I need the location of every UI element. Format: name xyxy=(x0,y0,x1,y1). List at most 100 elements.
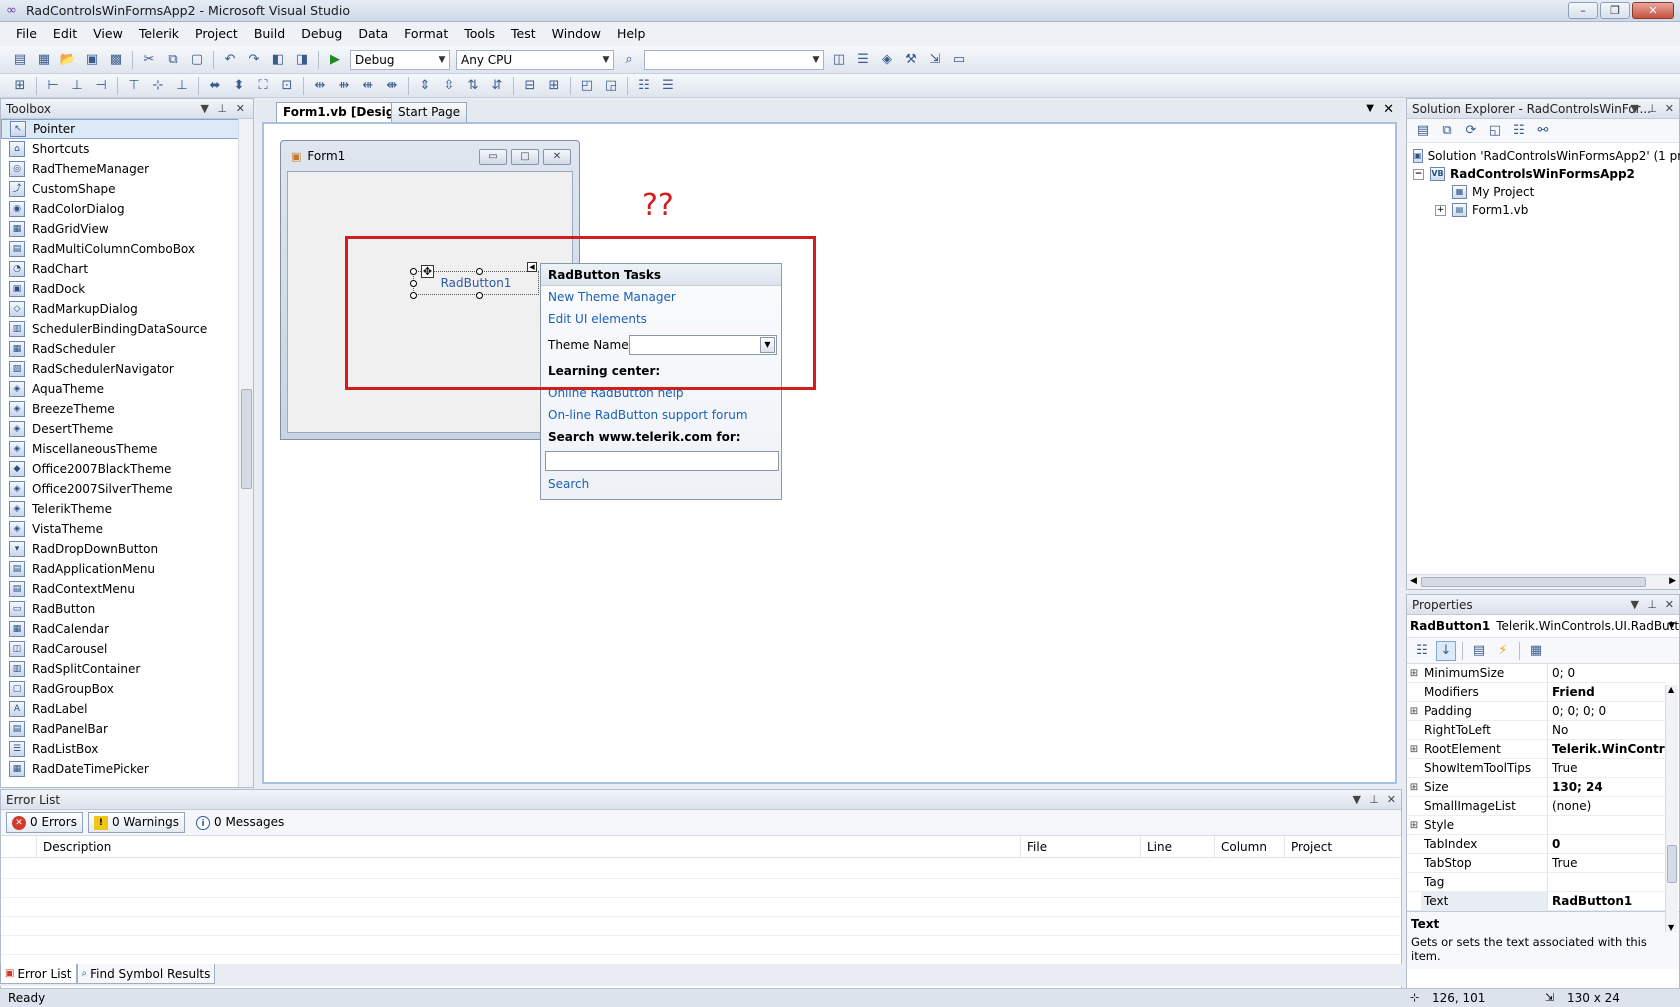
find-combo[interactable]: ▼ xyxy=(644,49,824,70)
navigate-forward-icon[interactable]: ◨ xyxy=(292,50,312,70)
toolbox-item[interactable]: ▭ RadButton xyxy=(1,599,239,619)
property-value[interactable]: True xyxy=(1548,854,1665,872)
toolbox-item[interactable]: ◈ TelerikTheme xyxy=(1,499,239,519)
expand-icon[interactable] xyxy=(1407,854,1421,872)
menu-telerik[interactable]: Telerik xyxy=(131,24,187,44)
tab-start-page[interactable]: Start Page xyxy=(391,102,468,122)
column-line[interactable]: Line xyxy=(1141,836,1215,857)
column-column[interactable]: Column xyxy=(1215,836,1285,857)
tab-list-icon[interactable]: ▼ xyxy=(1366,103,1374,114)
class-diagram-icon[interactable]: ⚯ xyxy=(1533,121,1553,141)
menu-edit[interactable]: Edit xyxy=(45,24,85,44)
toolbox-item[interactable]: ▤ RadMultiColumnComboBox xyxy=(1,239,239,259)
messages-filter-button[interactable]: i 0 Messages xyxy=(190,812,290,833)
show-all-files-icon[interactable]: ⧉ xyxy=(1437,121,1457,141)
close-icon[interactable]: ✕ xyxy=(1665,595,1674,615)
menu-help[interactable]: Help xyxy=(609,24,654,44)
property-value[interactable]: Friend xyxy=(1548,683,1665,701)
bring-to-front-icon[interactable]: ◰ xyxy=(577,76,597,96)
align-grid-icon[interactable]: ⊞ xyxy=(10,76,30,96)
column-file[interactable]: File xyxy=(1021,836,1141,857)
tree-form1[interactable]: + ▤ Form1.vb xyxy=(1413,201,1679,219)
toolbox-item[interactable]: ▦ RadCalendar xyxy=(1,619,239,639)
properties-view-icon[interactable]: ▤ xyxy=(1469,641,1489,661)
toolbox-item[interactable]: ▧ RadSchedulerNavigator xyxy=(1,359,239,379)
menu-test[interactable]: Test xyxy=(503,24,544,44)
close-icon[interactable]: ✕ xyxy=(1665,99,1674,119)
minimize-button[interactable]: – xyxy=(1568,2,1598,19)
property-row[interactable]: SmallImageList (none) xyxy=(1407,797,1665,816)
align-bottoms-icon[interactable]: ⊥ xyxy=(172,76,192,96)
close-icon[interactable]: ✕ xyxy=(236,99,245,119)
property-row[interactable]: ⊞ Style xyxy=(1407,816,1665,835)
property-row[interactable]: Tag xyxy=(1407,873,1665,892)
horizontal-spacing-equal-icon[interactable]: ⇹ xyxy=(310,76,330,96)
toolbox-item[interactable]: ◈ VistaTheme xyxy=(1,519,239,539)
property-value[interactable]: Telerik.WinControls.R xyxy=(1548,740,1665,758)
property-value[interactable]: 0; 0; 0; 0 xyxy=(1548,702,1665,720)
errors-filter-button[interactable]: ✕ 0 Errors xyxy=(6,812,83,833)
save-all-icon[interactable]: ▩ xyxy=(106,50,126,70)
expand-icon[interactable] xyxy=(1407,873,1421,891)
search-input[interactable] xyxy=(545,451,779,471)
property-row[interactable]: ⊞ MinimumSize 0; 0 xyxy=(1407,664,1665,683)
toolbox-item[interactable]: ◆ Office2007BlackTheme xyxy=(1,459,239,479)
property-grid-scrollbar[interactable]: ▲ ▼ xyxy=(1665,685,1678,932)
restore-button[interactable]: ❐ xyxy=(1600,2,1630,19)
toolbox-item[interactable]: ▾ RadDropDownButton xyxy=(1,539,239,559)
toolbox-item[interactable]: ◈ DesertTheme xyxy=(1,419,239,439)
property-value[interactable]: No xyxy=(1548,721,1665,739)
platform-select[interactable]: Any CPU ▼ xyxy=(456,49,614,70)
find-in-files-icon[interactable]: ⌕ xyxy=(619,50,639,70)
vertical-spacing-increase-icon[interactable]: ⇳ xyxy=(439,76,459,96)
tab-error-list[interactable]: ▣ Error List xyxy=(0,964,77,984)
scroll-up-icon[interactable]: ▲ xyxy=(1668,685,1674,694)
view-designer-icon[interactable]: ☷ xyxy=(1509,121,1529,141)
categorized-icon[interactable]: ☷ xyxy=(1412,641,1432,661)
menu-data[interactable]: Data xyxy=(350,24,396,44)
make-same-height-icon[interactable]: ⬍ xyxy=(229,76,249,96)
expand-icon[interactable] xyxy=(1407,892,1421,910)
property-value[interactable]: 0 xyxy=(1548,835,1665,853)
align-rights-icon[interactable]: ⊣ xyxy=(91,76,111,96)
navigate-back-icon[interactable]: ◧ xyxy=(268,50,288,70)
close-document-icon[interactable]: ✕ xyxy=(1383,102,1394,117)
column-project[interactable]: Project xyxy=(1285,836,1401,857)
property-value[interactable] xyxy=(1548,816,1665,834)
toolbox-item[interactable]: ▤ RadApplicationMenu xyxy=(1,559,239,579)
toolbox-item[interactable]: ▦ RadDateTimePicker xyxy=(1,759,239,779)
alphabetical-icon[interactable]: ↓ xyxy=(1436,640,1456,661)
lock-controls-icon[interactable]: ☰ xyxy=(658,76,678,96)
toolbox-item[interactable]: ◉ RadColorDialog xyxy=(1,199,239,219)
panel-menu-icon[interactable]: ▼ xyxy=(1631,595,1639,615)
menu-window[interactable]: Window xyxy=(544,24,609,44)
close-icon[interactable]: ✕ xyxy=(1387,790,1396,810)
make-same-size-icon[interactable]: ⛶ xyxy=(253,76,273,96)
toolbox-item[interactable]: ▣ RadDock xyxy=(1,279,239,299)
tab-order-icon[interactable]: ☷ xyxy=(634,76,654,96)
property-row[interactable]: ShowItemToolTips True xyxy=(1407,759,1665,778)
tree-solution[interactable]: ▣ Solution 'RadControlsWinFormsApp2' (1 p… xyxy=(1413,147,1680,165)
align-middles-icon[interactable]: ⊹ xyxy=(148,76,168,96)
scroll-down-icon[interactable]: ▼ xyxy=(1668,923,1674,932)
property-row[interactable]: TabStop True xyxy=(1407,854,1665,873)
property-value[interactable]: (none) xyxy=(1548,797,1665,815)
object-browser-icon[interactable]: ◈ xyxy=(877,50,897,70)
toolbox-icon[interactable]: ⚒ xyxy=(901,50,921,70)
property-value[interactable]: RadButton1 xyxy=(1548,892,1665,910)
expand-icon[interactable]: ⊞ xyxy=(1407,702,1421,720)
toolbox-item[interactable]: ◈ MiscellaneousTheme xyxy=(1,439,239,459)
center-horizontally-icon[interactable]: ⊟ xyxy=(520,76,540,96)
cut-icon[interactable]: ✂ xyxy=(139,50,159,70)
toolbox-item[interactable]: ⤴ CustomShape xyxy=(1,179,239,199)
expand-icon[interactable]: ⊞ xyxy=(1407,778,1421,796)
events-icon[interactable]: ⚡ xyxy=(1493,641,1513,661)
property-row[interactable]: ⊞RootElementTelerik.WinControls.R xyxy=(1407,740,1665,759)
property-row[interactable]: ⊞ Padding 0; 0; 0; 0 xyxy=(1407,702,1665,721)
copy-icon[interactable]: ⧉ xyxy=(163,50,183,70)
scrollbar-thumb[interactable] xyxy=(1667,845,1677,883)
warnings-filter-button[interactable]: ! 0 Warnings xyxy=(87,812,185,833)
horizontal-spacing-remove-icon[interactable]: ⇼ xyxy=(382,76,402,96)
align-tops-icon[interactable]: ⊤ xyxy=(124,76,144,96)
scroll-right-icon[interactable]: ▶ xyxy=(1669,576,1676,586)
